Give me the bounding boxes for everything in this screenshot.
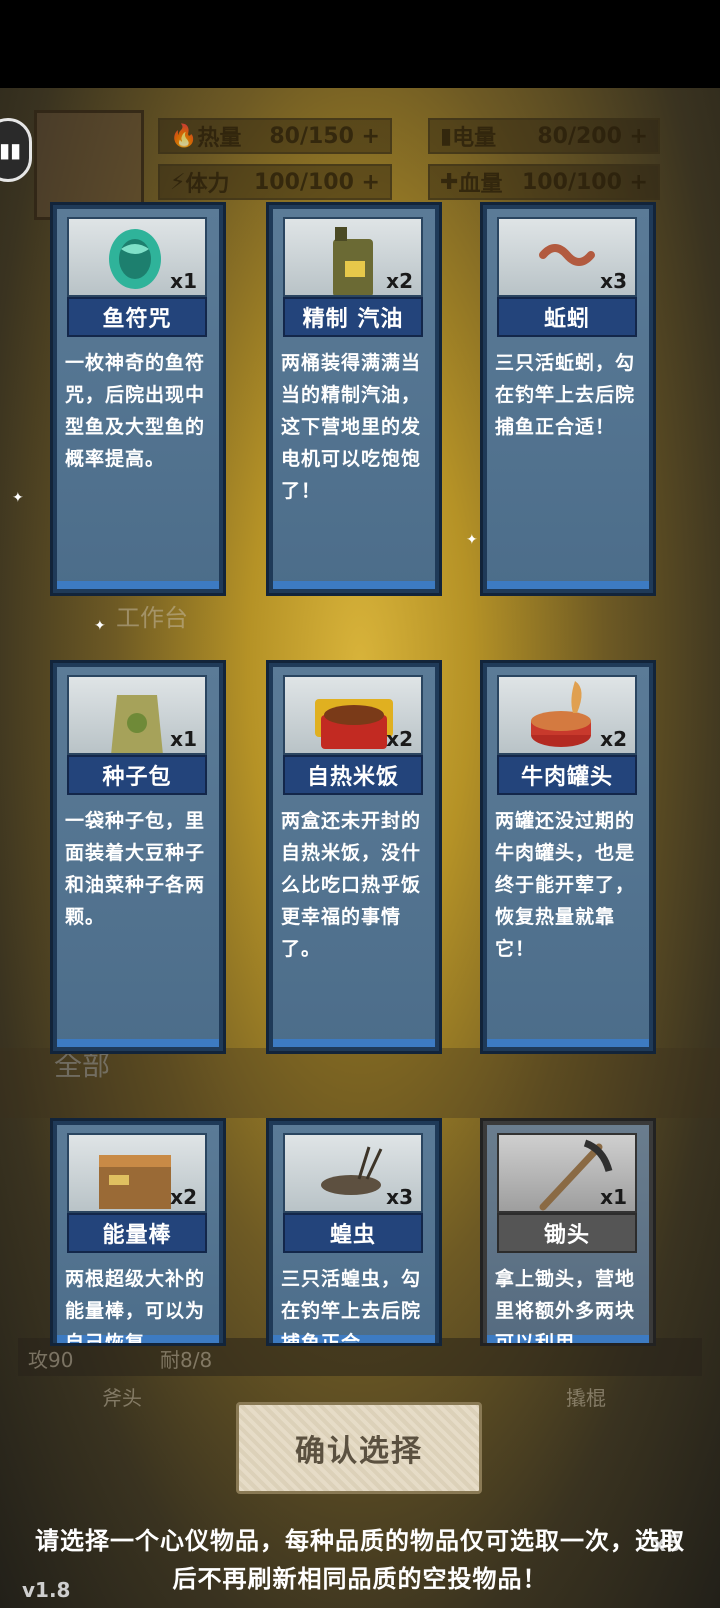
item-description: 两罐还没过期的牛肉罐头，也是终于能开荤了，恢复热量就靠它！ xyxy=(495,810,636,960)
item-name: 牛肉罐头 xyxy=(497,755,637,795)
item-name: 能量棒 xyxy=(67,1213,207,1253)
earthworm-icon: x3 xyxy=(497,217,637,297)
beef-can-icon: x2 xyxy=(497,675,637,755)
item-quantity: x2 xyxy=(600,727,627,751)
heat-stat: 🔥 热量 80/150 + xyxy=(158,118,392,154)
stamina-stat: ⚡ 体力 100/100 + xyxy=(158,164,392,200)
item-name: 鱼符咒 xyxy=(67,297,207,337)
item-name: 蚯蚓 xyxy=(497,297,637,337)
item-description: 一袋种子包，里面装着大豆种子和油菜种子各两颗。 xyxy=(65,810,206,928)
sparkle-icon: ✦ xyxy=(466,532,478,548)
pause-button[interactable]: ▮▮ xyxy=(0,118,32,182)
pause-icon: ▮▮ xyxy=(0,138,21,162)
item-card[interactable]: x3 蝗虫三只活蝗虫，勾在钓竿上去后院捕鱼正合 xyxy=(266,1118,442,1346)
item-card[interactable]: x1 锄头拿上锄头，营地里将额外多两块可以利用 xyxy=(480,1118,656,1346)
crowbar-label: 撬棍 xyxy=(566,1386,606,1410)
power-stat: ▮ 电量 80/200 + xyxy=(428,118,660,154)
item-name: 蝗虫 xyxy=(283,1213,423,1253)
item-name: 种子包 xyxy=(67,755,207,795)
item-quantity: x2 xyxy=(170,1185,197,1209)
item-description: 三只活蚯蚓，勾在钓竿上去后院捕鱼正合适！ xyxy=(495,352,636,438)
sparkle-icon: ✦ xyxy=(94,618,106,634)
axe-label: 斧头 xyxy=(102,1386,142,1410)
item-quantity: x3 xyxy=(600,269,627,293)
item-name: 精制 汽油 xyxy=(283,297,423,337)
jade-fish-charm-icon: x1 xyxy=(67,217,207,297)
seed-bag-icon: x1 xyxy=(67,675,207,755)
jerrycan-icon: x2 xyxy=(283,217,423,297)
locust-icon: x3 xyxy=(283,1133,423,1213)
workbench-label: 工作台 xyxy=(116,604,188,632)
sparkle-icon: ✦ xyxy=(12,490,24,506)
item-quantity: x3 xyxy=(386,1185,413,1209)
item-card[interactable]: x2 精制 汽油两桶装得满满当当的精制汽油，这下营地里的发电机可以吃饱饱了！ xyxy=(266,202,442,596)
item-card[interactable]: x1 鱼符咒一枚神奇的鱼符咒，后院出现中型鱼及大型鱼的概率提高。 xyxy=(50,202,226,596)
blood-drop-icon: ✚ xyxy=(440,169,459,195)
confirm-selection-button[interactable]: 确认选择 xyxy=(236,1402,482,1494)
item-quantity: x1 xyxy=(600,1185,627,1209)
attack-stat: 攻90 xyxy=(28,1348,74,1372)
item-quantity: x1 xyxy=(170,269,197,293)
item-card[interactable]: x3 蚯蚓三只活蚯蚓，勾在钓竿上去后院捕鱼正合适！ xyxy=(480,202,656,596)
item-description: 一枚神奇的鱼符咒，后院出现中型鱼及大型鱼的概率提高。 xyxy=(65,352,206,470)
item-description: 两根超级大补的能量棒，可以为自己恢复 xyxy=(65,1268,206,1346)
self-heating-rice-icon: x2 xyxy=(283,675,423,755)
energy-bar-box-icon: x2 xyxy=(67,1133,207,1213)
item-description: 两盒还未开封的自热米饭，没什么比吃口热乎饭更幸福的事情了。 xyxy=(281,810,422,960)
durability-stat: 耐8/8 xyxy=(160,1348,213,1372)
item-description: 三只活蝗虫，勾在钓竿上去后院捕鱼正合 xyxy=(281,1268,422,1346)
item-quantity: x1 xyxy=(170,727,197,751)
blood-stat: ✚ 血量 100/100 + xyxy=(428,164,660,200)
lightning-icon: ⚡ xyxy=(170,169,186,195)
item-quantity: x2 xyxy=(386,269,413,293)
item-description: 两桶装得满满当当的精制汽油，这下营地里的发电机可以吃饱饱了！ xyxy=(281,352,422,502)
version-label: v1.8 xyxy=(22,1578,71,1602)
battery-icon: ▮ xyxy=(440,123,453,149)
item-quantity: x2 xyxy=(386,727,413,751)
item-name: 自热米饭 xyxy=(283,755,423,795)
item-card[interactable]: x2 自热米饭两盒还未开封的自热米饭，没什么比吃口热乎饭更幸福的事情了。 xyxy=(266,660,442,1054)
status-bar xyxy=(0,0,720,88)
item-description: 拿上锄头，营地里将额外多两块可以利用 xyxy=(495,1268,636,1346)
item-card[interactable]: x2 牛肉罐头两罐还没过期的牛肉罐头，也是终于能开荤了，恢复热量就靠它！ xyxy=(480,660,656,1054)
item-name: 锄头 xyxy=(497,1213,637,1253)
item-card[interactable]: x1 种子包一袋种子包，里面装着大豆种子和油菜种子各两颗。 xyxy=(50,660,226,1054)
selection-notice: 请选择一个心仪物品，每种品质的物品仅可选取一次，选取后不再刷新相同品质的空投物品… xyxy=(35,1527,685,1593)
flame-icon: 🔥 xyxy=(170,123,198,149)
pickaxe-hoe-icon: x1 xyxy=(497,1133,637,1213)
item-card[interactable]: x2 能量棒两根超级大补的能量棒，可以为自己恢复 xyxy=(50,1118,226,1346)
